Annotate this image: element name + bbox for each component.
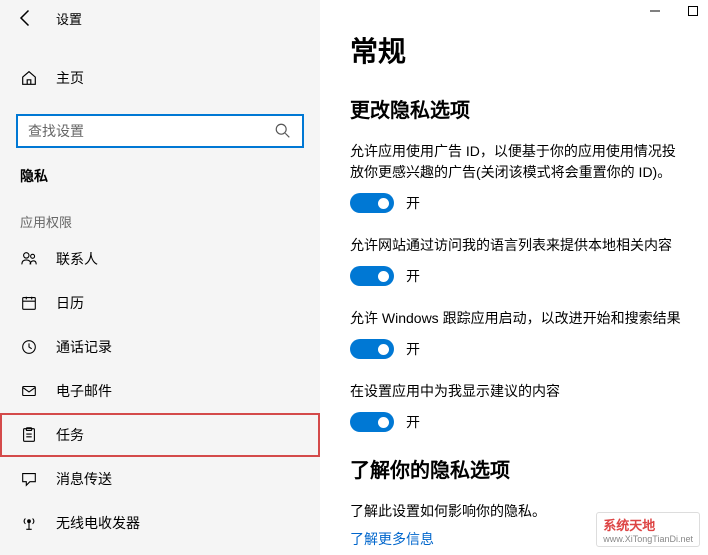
maximize-icon — [687, 5, 699, 17]
toggle-suggest-state: 开 — [406, 412, 420, 432]
radios-icon — [20, 514, 38, 532]
home-label: 主页 — [56, 68, 84, 88]
section-title: 隐私 — [0, 148, 320, 194]
content-pane: 常规 更改隐私选项 允许应用使用广告 ID，以便基于你的应用使用情况投放你更感兴… — [320, 0, 708, 555]
window-title: 设置 — [56, 9, 82, 28]
sidebar-item-calendar[interactable]: 日历 — [0, 281, 320, 325]
tasks-icon — [20, 426, 38, 444]
sidebar-item-contacts[interactable]: 联系人 — [0, 237, 320, 281]
watermark: 系统天地 www.XiTongTianDi.net — [596, 512, 700, 547]
sidebar-item-radios[interactable]: 无线电收发器 — [0, 501, 320, 545]
sidebar-item-callhistory[interactable]: 通话记录 — [0, 325, 320, 369]
sidebar-item-tasks[interactable]: 任务 — [0, 413, 320, 457]
option-suggest-desc: 在设置应用中为我显示建议的内容 — [350, 381, 684, 402]
toggle-lang-state: 开 — [406, 266, 420, 286]
email-icon — [20, 382, 38, 400]
subsection-title: 应用权限 — [0, 194, 320, 237]
back-arrow-icon — [16, 8, 36, 28]
page-title: 常规 — [350, 30, 684, 70]
window-controls — [648, 4, 700, 18]
toggle-adid[interactable] — [350, 193, 394, 213]
header-row: 设置 — [0, 0, 320, 36]
contacts-label: 联系人 — [56, 249, 98, 269]
toggle-adid-state: 开 — [406, 193, 420, 213]
toggle-suggest[interactable] — [350, 412, 394, 432]
minimize-button[interactable] — [648, 4, 662, 18]
option-track: 允许 Windows 跟踪应用启动，以改进开始和搜索结果 开 — [350, 308, 684, 359]
toggle-track[interactable] — [350, 339, 394, 359]
search-icon — [274, 122, 292, 140]
search-input[interactable] — [28, 123, 274, 139]
section-heading-privacy: 更改隐私选项 — [350, 94, 684, 123]
back-button[interactable] — [16, 8, 36, 28]
calendar-label: 日历 — [56, 293, 84, 313]
maximize-button[interactable] — [686, 4, 700, 18]
option-adid: 允许应用使用广告 ID，以便基于你的应用使用情况投放你更感兴趣的广告(关闭该模式… — [350, 141, 684, 213]
watermark-sub: www.XiTongTianDi.net — [603, 534, 693, 544]
sidebar: 设置 主页 隐私 应用权限 联系人 日历 通话记录 电子邮件 任务 消息传送 无… — [0, 0, 320, 555]
email-label: 电子邮件 — [56, 381, 112, 401]
messaging-icon — [20, 470, 38, 488]
contacts-icon — [20, 250, 38, 268]
option-lang-desc: 允许网站通过访问我的语言列表来提供本地相关内容 — [350, 235, 684, 256]
search-box[interactable] — [16, 114, 304, 148]
option-lang: 允许网站通过访问我的语言列表来提供本地相关内容 开 — [350, 235, 684, 286]
sidebar-item-home[interactable]: 主页 — [0, 56, 320, 100]
watermark-title: 系统天地 — [603, 515, 693, 534]
section-heading-learn: 了解你的隐私选项 — [350, 454, 684, 483]
sidebar-item-messaging[interactable]: 消息传送 — [0, 457, 320, 501]
callhistory-label: 通话记录 — [56, 337, 112, 357]
sidebar-item-email[interactable]: 电子邮件 — [0, 369, 320, 413]
option-track-desc: 允许 Windows 跟踪应用启动，以改进开始和搜索结果 — [350, 308, 684, 329]
option-suggest: 在设置应用中为我显示建议的内容 开 — [350, 381, 684, 432]
tasks-label: 任务 — [56, 425, 84, 445]
radios-label: 无线电收发器 — [56, 513, 140, 533]
toggle-lang[interactable] — [350, 266, 394, 286]
home-icon — [20, 69, 38, 87]
minimize-icon — [649, 5, 661, 17]
messaging-label: 消息传送 — [56, 469, 112, 489]
callhistory-icon — [20, 338, 38, 356]
option-adid-desc: 允许应用使用广告 ID，以便基于你的应用使用情况投放你更感兴趣的广告(关闭该模式… — [350, 141, 684, 183]
calendar-icon — [20, 294, 38, 312]
toggle-track-state: 开 — [406, 339, 420, 359]
